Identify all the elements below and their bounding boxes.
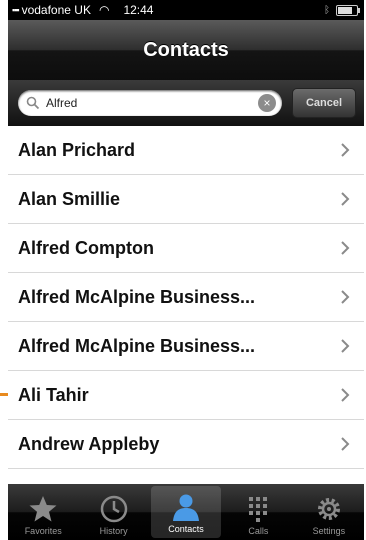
tab-bar: Favorites History Contacts Calls Setting… — [8, 484, 364, 540]
list-item[interactable]: Andrew Appleby — [8, 420, 364, 469]
keypad-icon — [249, 497, 268, 522]
contact-name: Alan Prichard — [18, 139, 136, 160]
contact-name: Alfred Compton — [18, 237, 154, 258]
tab-settings[interactable]: Settings — [294, 484, 364, 540]
tab-label: Calls — [248, 526, 269, 536]
contact-name: Alan Smillie — [18, 188, 121, 209]
list-item[interactable]: Alfred McAlpine Business... — [8, 273, 364, 322]
tab-label: Settings — [312, 526, 346, 536]
list-item[interactable]: Ali Tahir — [8, 371, 364, 420]
search-field[interactable]: × — [18, 90, 282, 116]
contacts-list: Alan Prichard Alan Smillie Alfred Compto… — [8, 126, 364, 489]
status-bar: ▪▪▪ vodafone UK ◠ 12:44 ᛒ — [8, 0, 364, 20]
clock-label: 12:44 — [123, 3, 154, 17]
orange-marker — [0, 393, 8, 396]
chevron-right-icon — [341, 339, 350, 353]
tab-favorites[interactable]: Favorites — [8, 484, 78, 540]
cancel-button[interactable]: Cancel — [292, 88, 356, 118]
signal-icon: ▪▪▪ — [12, 5, 20, 15]
search-bar: × Cancel — [8, 80, 364, 126]
navigation-bar: Contacts — [8, 20, 364, 80]
contact-name: Ali Tahir — [18, 384, 89, 405]
clear-search-button[interactable]: × — [258, 94, 276, 112]
list-item[interactable]: Alan Prichard — [8, 126, 364, 175]
person-icon — [173, 494, 200, 521]
bluetooth-icon: ᛒ — [324, 4, 330, 16]
contact-name: Alfred McAlpine Business... — [18, 335, 256, 356]
chevron-right-icon — [341, 290, 350, 304]
tab-calls[interactable]: Calls — [223, 484, 293, 540]
page-title: Contacts — [143, 38, 229, 61]
tab-label: History — [99, 526, 128, 536]
search-icon — [26, 96, 40, 110]
chevron-right-icon — [341, 241, 350, 255]
tab-label: Favorites — [24, 526, 62, 536]
star-icon — [29, 496, 57, 522]
list-item[interactable]: Alan Smillie — [8, 175, 364, 224]
tab-label: Contacts — [168, 524, 204, 534]
list-item[interactable]: Alfred Compton — [8, 224, 364, 273]
chevron-right-icon — [341, 143, 350, 157]
contact-name: Andrew Appleby — [18, 433, 160, 454]
wifi-icon: ◠ — [98, 3, 110, 17]
tab-contacts[interactable]: Contacts — [150, 486, 222, 538]
search-input[interactable] — [44, 95, 248, 111]
list-item[interactable]: Alfred McAlpine Business... — [8, 322, 364, 371]
gear-icon — [317, 498, 340, 520]
chevron-right-icon — [341, 437, 350, 451]
phone-screen: ▪▪▪ vodafone UK ◠ 12:44 ᛒ Contacts × Can… — [8, 0, 364, 540]
battery-icon — [336, 4, 360, 16]
carrier-label: vodafone UK — [21, 3, 91, 17]
clock-icon — [100, 495, 127, 523]
contact-name: Alfred McAlpine Business... — [18, 286, 256, 307]
chevron-right-icon — [341, 192, 350, 206]
tab-history[interactable]: History — [78, 484, 148, 540]
chevron-right-icon — [341, 388, 350, 402]
